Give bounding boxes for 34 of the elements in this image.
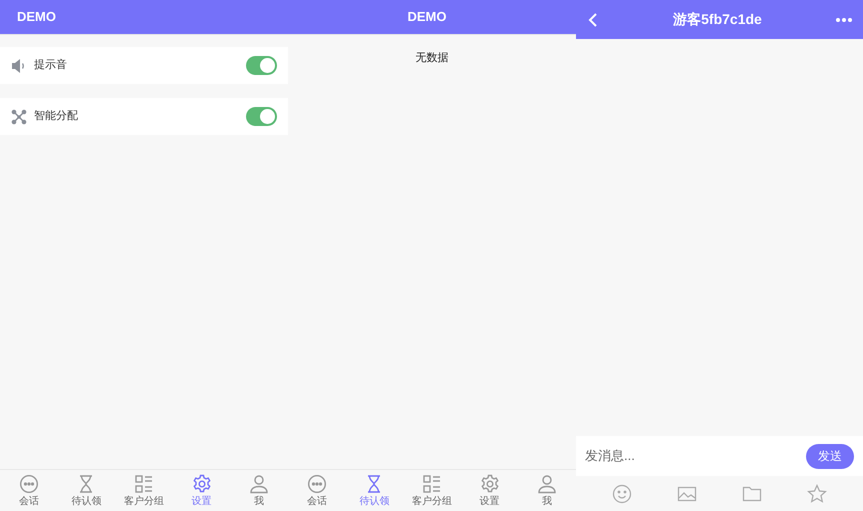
tab-item[interactable]: 会话 (0, 470, 58, 511)
smiley-icon[interactable] (612, 484, 632, 504)
toggle-switch[interactable] (246, 56, 277, 75)
setting-label: 提示音 (34, 58, 67, 74)
chat-bubble-icon (306, 474, 327, 494)
tab-item[interactable]: 设置 (460, 470, 518, 511)
tab-item[interactable]: 我 (230, 470, 288, 511)
tab-item[interactable]: 会话 (288, 470, 346, 511)
star-icon[interactable] (806, 484, 827, 504)
tab-item[interactable]: 设置 (172, 470, 230, 511)
tab-item[interactable]: 我 (518, 470, 576, 511)
message-bar[interactable]: 发消息... 发送 (576, 436, 863, 476)
chat-title: 游客5fb7c1de (672, 10, 763, 29)
tab-item[interactable]: 待认领 (346, 470, 404, 511)
network-nodes-icon (11, 108, 27, 124)
tab-item[interactable]: 待认领 (58, 470, 116, 511)
send-button[interactable]: 发送 (806, 444, 854, 468)
person-icon (537, 474, 558, 494)
toggle-switch[interactable] (246, 107, 277, 126)
chat-bubble-icon (18, 474, 39, 494)
settings-icon (480, 474, 500, 494)
more-button[interactable] (835, 16, 853, 22)
speaker-icon (11, 58, 27, 74)
tab-item[interactable]: 客户分组 (403, 470, 461, 511)
grid-list-icon (134, 474, 154, 494)
tab-item[interactable]: 客户分组 (115, 470, 173, 511)
header-title: DEMO (17, 8, 56, 26)
empty-message: 无数据 (416, 52, 448, 64)
setting-label: 智能分配 (34, 109, 78, 124)
grid-list-icon (422, 474, 442, 494)
message-input[interactable]: 发消息... (585, 446, 806, 466)
settings-icon (192, 474, 212, 494)
person-icon (249, 474, 270, 494)
header-title: DEMO (408, 8, 446, 26)
